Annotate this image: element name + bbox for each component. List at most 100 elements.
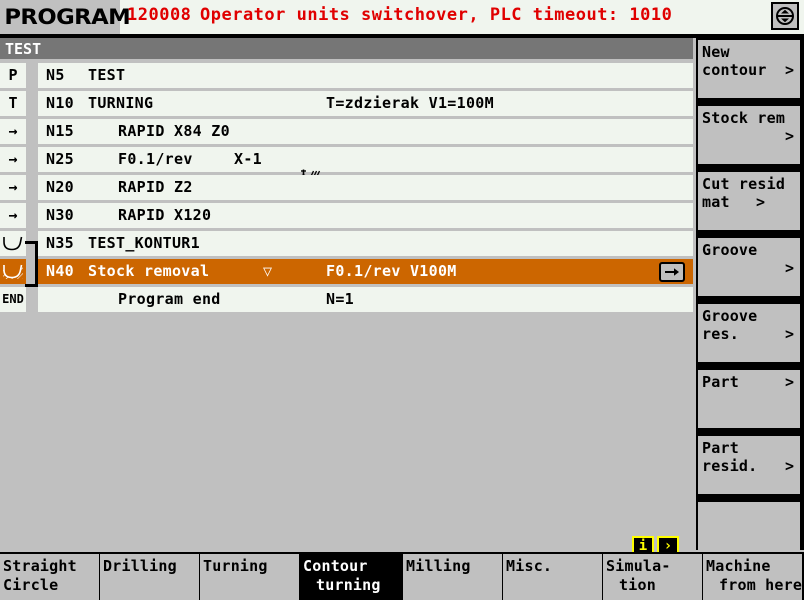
table-row[interactable]: END Program end N=1 <box>0 285 693 313</box>
softkey-empty[interactable] <box>698 502 800 550</box>
chevron-right-icon: > <box>784 325 794 343</box>
row-gutter <box>26 62 38 88</box>
softkey-cut-residual-material[interactable]: Cut resid mat > <box>698 172 800 230</box>
table-row[interactable]: → N30 RAPID X120 <box>0 201 693 229</box>
softkey-part-residual[interactable]: Part resid. > <box>698 436 800 494</box>
softkey-label-line1: Machine <box>706 557 771 575</box>
softkey-label-line1: Stock rem <box>702 109 786 127</box>
block-number: N15 <box>46 121 74 140</box>
program-name: TEST <box>5 39 42 58</box>
table-row-selected[interactable]: N40 Stock removal ▽ F0.1/rev V100M <box>0 257 693 285</box>
tool-icon: T <box>0 90 26 116</box>
softkey-new-contour[interactable]: New contour > <box>698 40 800 98</box>
chevron-right-icon: > <box>756 193 766 211</box>
contour-curve-icon <box>0 230 26 256</box>
softkey-label-line2: mat <box>702 193 730 211</box>
contour-group-bracket <box>25 241 38 287</box>
block-command: RAPID Z2 <box>118 177 193 196</box>
softkey-label-line1: New <box>702 43 730 61</box>
softkey-contour-turning[interactable]: Contour turning <box>300 554 399 600</box>
contour-curve-icon-glyph <box>3 236 23 251</box>
softkey-label-line2: from here <box>719 576 802 594</box>
softkey-label-line2: turning <box>316 576 381 594</box>
arrow-right-icon <box>665 267 679 276</box>
softkey-milling[interactable]: Milling <box>403 554 502 600</box>
chevron-right-icon: > <box>784 127 794 145</box>
cnc-program-screen: PROGRAM 120008 Operator units switchover… <box>0 0 804 600</box>
row-expand-arrow-button[interactable] <box>659 261 685 282</box>
softkey-label-line1: Misc. <box>506 557 553 575</box>
program-name-bar: TEST <box>0 38 693 59</box>
horizontal-softkey-bar: Straight Circle Drilling Turning Contour… <box>0 552 804 600</box>
softkey-stock-removal[interactable]: Stock rem > <box>698 106 800 164</box>
softkey-simulation[interactable]: Simula- tion <box>603 554 702 600</box>
softkey-label-line1: Part <box>702 373 739 391</box>
softkey-label-line2: resid. <box>702 457 758 475</box>
block-command: RAPID X120 <box>118 205 212 224</box>
softkey-machine-from-here[interactable]: Machine from here <box>703 554 802 600</box>
chevron-right-icon: > <box>784 259 794 277</box>
table-row[interactable]: → N25 F0.1/rev X-1 <box>0 145 693 183</box>
softkey-label-line1: Cut resid <box>702 175 786 193</box>
row-gutter <box>26 146 38 172</box>
softkey-straight-circle[interactable]: Straight Circle <box>0 554 99 600</box>
block-command: Stock removal <box>88 261 210 280</box>
block-parameters: N=1 <box>326 289 354 308</box>
chevron-right-icon: > <box>784 373 794 391</box>
row-content[interactable]: N35 TEST_KONTUR1 <box>38 230 693 256</box>
block-command: Program end <box>118 289 221 308</box>
row-content[interactable]: N40 Stock removal ▽ F0.1/rev V100M <box>38 258 693 284</box>
rapid-arrow-icon: → <box>0 174 26 200</box>
channel-switch-icon <box>776 7 794 25</box>
page-title: PROGRAM <box>4 5 131 29</box>
block-command: RAPID X84 Z0 <box>118 121 230 140</box>
row-content[interactable]: N30 RAPID X120 <box>38 202 693 228</box>
block-parameters: T=zdzierak V1=100M <box>326 93 494 112</box>
row-content[interactable]: N10 TURNING T=zdzierak V1=100M <box>38 90 693 116</box>
table-row[interactable]: → N15 RAPID X84 Z0 <box>0 117 693 145</box>
row-gutter <box>26 118 38 144</box>
block-command: F0.1/rev <box>118 149 193 168</box>
softkey-label-line2: contour <box>702 61 767 79</box>
softkey-turning[interactable]: Turning <box>200 554 299 600</box>
table-row[interactable]: T N10 TURNING T=zdzierak V1=100M <box>0 89 693 117</box>
softkey-label-line2: Circle <box>3 576 59 594</box>
chevron-right-icon: > <box>784 457 794 475</box>
alarm-number: 120008 <box>127 5 192 25</box>
block-number: N40 <box>46 261 74 280</box>
softkey-part[interactable]: Part > <box>698 370 800 428</box>
block-command: TURNING <box>88 93 154 112</box>
softkey-drilling[interactable]: Drilling <box>100 554 199 600</box>
table-row[interactable]: → N20 RAPID Z2 <box>0 173 693 201</box>
channel-switch-button[interactable] <box>771 2 799 30</box>
softkey-label-line1: Simula- <box>606 557 671 575</box>
block-number: N5 <box>46 65 65 84</box>
softkey-label-line1: Straight <box>3 557 77 575</box>
softkey-groove-residual[interactable]: Groove res. > <box>698 304 800 362</box>
softkey-label-line1: Contour <box>303 557 368 575</box>
block-number: N30 <box>46 205 74 224</box>
softkey-misc[interactable]: Misc. <box>503 554 602 600</box>
row-content[interactable]: N15 RAPID X84 Z0 <box>38 118 693 144</box>
table-row[interactable]: N35 TEST_KONTUR1 <box>0 229 693 257</box>
row-gutter <box>26 202 38 228</box>
softkey-groove[interactable]: Groove > <box>698 238 800 296</box>
block-command: TEST_KONTUR1 <box>88 233 200 252</box>
row-content[interactable]: N5 TEST <box>38 62 693 88</box>
rapid-arrow-icon: → <box>0 146 26 172</box>
rapid-arrow-icon: → <box>0 118 26 144</box>
row-content[interactable]: Program end N=1 <box>38 286 693 312</box>
row-content[interactable]: N20 RAPID Z2 <box>38 174 693 200</box>
table-row[interactable]: P N5 TEST <box>0 61 693 89</box>
program-block-list[interactable]: P N5 TEST T N10 TURNING T=zdzierak V1=10… <box>0 61 693 544</box>
softkey-label-line2: res. <box>702 325 739 343</box>
softkey-label-line1: Turning <box>203 557 268 575</box>
machining-mode-symbol: ▽ <box>263 261 273 280</box>
header-bar: PROGRAM 120008 Operator units switchover… <box>0 0 804 34</box>
row-content[interactable]: N25 F0.1/rev X-1 <box>38 146 693 183</box>
rapid-arrow-icon: → <box>0 202 26 228</box>
operating-mode-box: PROGRAM <box>0 0 131 34</box>
softkey-label-line2: tion <box>619 576 656 594</box>
block-parameters: F0.1/rev V100M <box>326 261 457 280</box>
softkey-label-line1: Groove <box>702 307 758 325</box>
